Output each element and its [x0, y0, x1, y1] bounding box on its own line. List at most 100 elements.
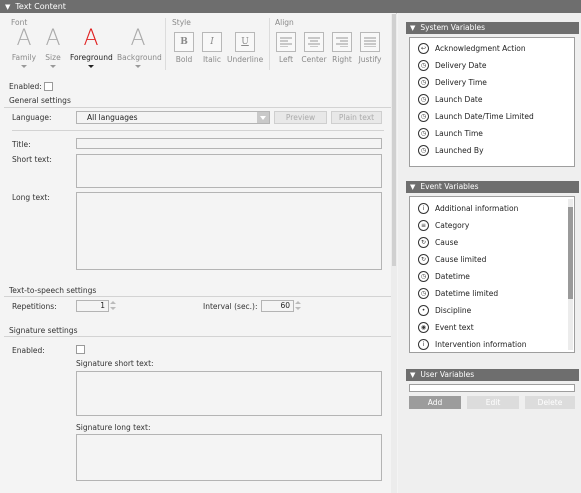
- divider: [4, 336, 391, 337]
- chevron-down-icon: [135, 65, 141, 68]
- title-input[interactable]: [76, 138, 382, 149]
- foreground-label: Foreground: [70, 53, 113, 62]
- system-variables-list: ↩ Acknowledgment Action ◷ Delivery Date ◷ D…: [409, 37, 575, 167]
- align-left-label: Left: [278, 55, 294, 64]
- repetitions-stepper[interactable]: [110, 300, 116, 311]
- repetitions-label: Repetitions:: [12, 302, 57, 311]
- event-scrollbar-thumb[interactable]: [568, 207, 573, 299]
- font-size-label: Size: [45, 53, 61, 62]
- system-variables-title: System Variables: [420, 23, 486, 32]
- divider: [4, 107, 391, 108]
- info-icon: i: [418, 203, 429, 214]
- date-icon: ◷: [418, 94, 429, 105]
- signature-short-text-label: Signature short text:: [76, 359, 154, 368]
- toolbar-divider: [165, 18, 166, 70]
- align-center-button[interactable]: [304, 32, 324, 52]
- time-icon: ◷: [418, 77, 429, 88]
- underline-label: Underline: [227, 55, 264, 64]
- tts-settings-heading: Text-to-speech settings: [9, 286, 97, 295]
- add-variable-button[interactable]: Add: [409, 396, 461, 409]
- plain-text-button[interactable]: Plain text: [331, 111, 382, 124]
- foreground-color-button[interactable]: A Foreground: [70, 26, 113, 72]
- font-size-icon: A: [45, 26, 61, 51]
- divider: [12, 130, 384, 131]
- cause-icon: ↻: [418, 237, 429, 248]
- date-icon: ◷: [418, 111, 429, 122]
- style-group-label: Style: [172, 18, 191, 27]
- collapse-triangle-icon[interactable]: ▼: [410, 183, 415, 191]
- list-icon: ≡: [418, 220, 429, 231]
- edit-variable-button[interactable]: Edit: [467, 396, 519, 409]
- date-icon: ◷: [418, 60, 429, 71]
- interval-stepper[interactable]: [295, 300, 301, 311]
- align-justify-icon: [364, 37, 376, 48]
- background-color-icon: A: [130, 26, 146, 51]
- short-text-label: Short text:: [12, 155, 52, 164]
- long-text-label: Long text:: [12, 193, 50, 202]
- align-right-icon: [336, 37, 348, 48]
- signature-short-text-input[interactable]: [76, 371, 382, 416]
- dot-icon: •: [418, 305, 429, 316]
- align-justify-button[interactable]: [360, 32, 380, 52]
- preview-button[interactable]: Preview: [274, 111, 327, 124]
- language-label: Language:: [12, 113, 52, 122]
- align-left-icon: [280, 37, 292, 48]
- collapse-triangle-icon[interactable]: ▼: [5, 3, 10, 11]
- time-icon: ◷: [418, 128, 429, 139]
- font-family-icon: A: [16, 26, 32, 51]
- font-family-button[interactable]: A Family: [9, 28, 39, 72]
- align-center-icon: [308, 37, 320, 48]
- language-select-value: All languages: [87, 113, 138, 122]
- general-settings-heading: General settings: [9, 96, 71, 105]
- collapse-triangle-icon[interactable]: ▼: [410, 24, 415, 32]
- language-select[interactable]: All languages: [76, 111, 270, 124]
- foreground-color-icon: A: [83, 26, 99, 51]
- text-content-header[interactable]: ▼ Text Content: [0, 0, 581, 13]
- interval-label: Interval (sec.):: [203, 302, 258, 311]
- collapse-triangle-icon[interactable]: ▼: [410, 371, 415, 379]
- italic-button[interactable]: I: [202, 32, 222, 52]
- background-color-button[interactable]: A Background: [117, 26, 162, 72]
- enabled-label: Enabled:: [9, 82, 42, 91]
- user-icon: ◷: [418, 145, 429, 156]
- align-left-button[interactable]: [276, 32, 296, 52]
- underline-button[interactable]: U: [235, 32, 255, 52]
- long-text-input[interactable]: [76, 192, 382, 270]
- align-right-button[interactable]: [332, 32, 352, 52]
- date-icon: ◷: [418, 288, 429, 299]
- chevron-down-icon: [21, 65, 27, 68]
- interval-input[interactable]: 60: [261, 300, 294, 312]
- divider: [4, 296, 391, 297]
- align-justify-label: Justify: [358, 55, 382, 64]
- chevron-down-icon: [50, 65, 56, 68]
- delete-variable-button[interactable]: Delete: [525, 396, 575, 409]
- bold-button[interactable]: B: [174, 32, 194, 52]
- align-center-label: Center: [301, 55, 327, 64]
- cause-icon: ↻: [418, 254, 429, 265]
- short-text-input[interactable]: [76, 154, 382, 188]
- text-icon: ◉: [418, 322, 429, 333]
- signature-long-text-input[interactable]: [76, 434, 382, 481]
- repetitions-input[interactable]: 1: [76, 300, 109, 312]
- event-variables-title: Event Variables: [420, 182, 479, 191]
- user-variables-title: User Variables: [420, 370, 475, 379]
- date-icon: ◷: [418, 271, 429, 282]
- align-group-label: Align: [275, 18, 294, 27]
- ack-icon: ↩: [418, 43, 429, 54]
- enabled-checkbox[interactable]: [44, 82, 53, 91]
- title-label: Title:: [12, 140, 31, 149]
- signature-enabled-checkbox[interactable]: [76, 345, 85, 354]
- user-variables-header[interactable]: ▼ User Variables: [406, 369, 579, 381]
- event-variables-header[interactable]: ▼ Event Variables: [406, 181, 579, 193]
- system-variables-header[interactable]: ▼ System Variables: [406, 22, 579, 34]
- info-icon: i: [418, 339, 429, 350]
- background-label: Background: [117, 53, 162, 62]
- signature-settings-heading: Signature settings: [9, 326, 78, 335]
- italic-label: Italic: [202, 55, 222, 64]
- left-scrollbar-thumb[interactable]: [392, 14, 396, 266]
- toolbar-divider: [269, 18, 270, 70]
- font-size-button[interactable]: A Size: [38, 28, 68, 72]
- user-variables-list: [409, 384, 575, 392]
- font-family-label: Family: [11, 53, 37, 62]
- signature-enabled-label: Enabled:: [12, 346, 45, 355]
